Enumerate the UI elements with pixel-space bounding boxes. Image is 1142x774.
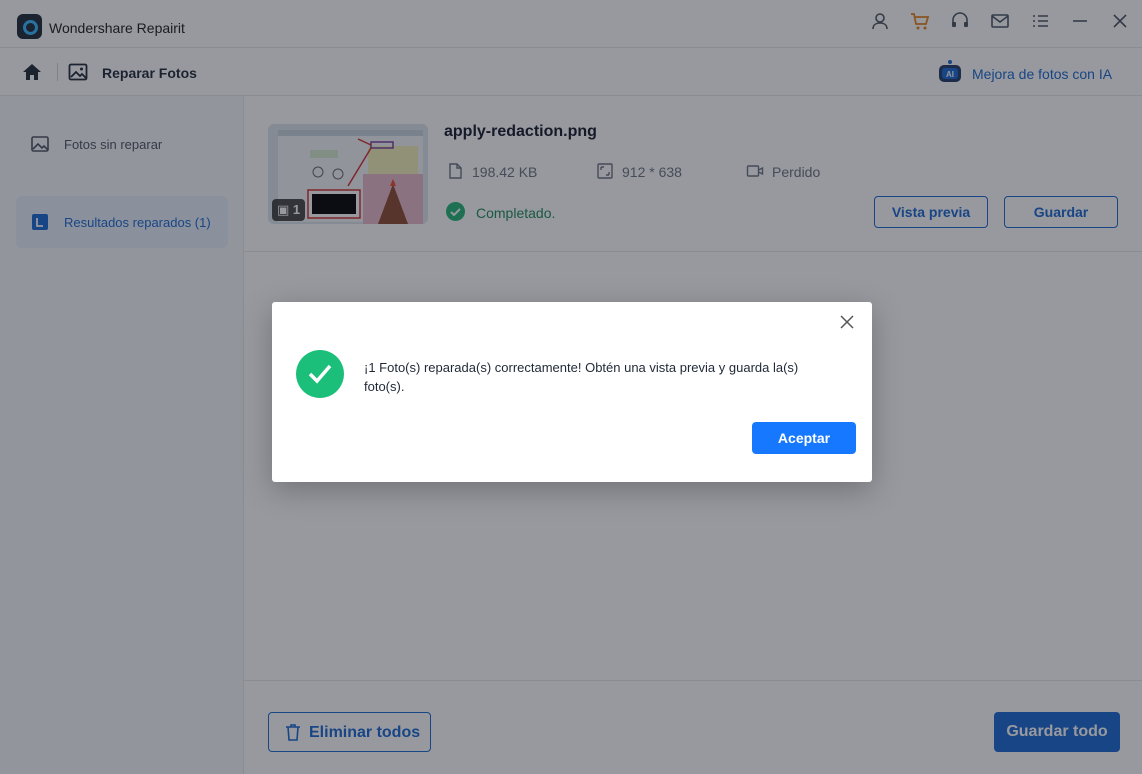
success-check-icon xyxy=(296,350,344,398)
accept-button[interactable]: Aceptar xyxy=(752,422,856,454)
dialog-message: ¡1 Foto(s) reparada(s) correctamente! Ob… xyxy=(364,360,799,394)
close-icon[interactable] xyxy=(839,314,855,330)
success-dialog: ¡1 Foto(s) reparada(s) correctamente! Ob… xyxy=(272,302,872,482)
